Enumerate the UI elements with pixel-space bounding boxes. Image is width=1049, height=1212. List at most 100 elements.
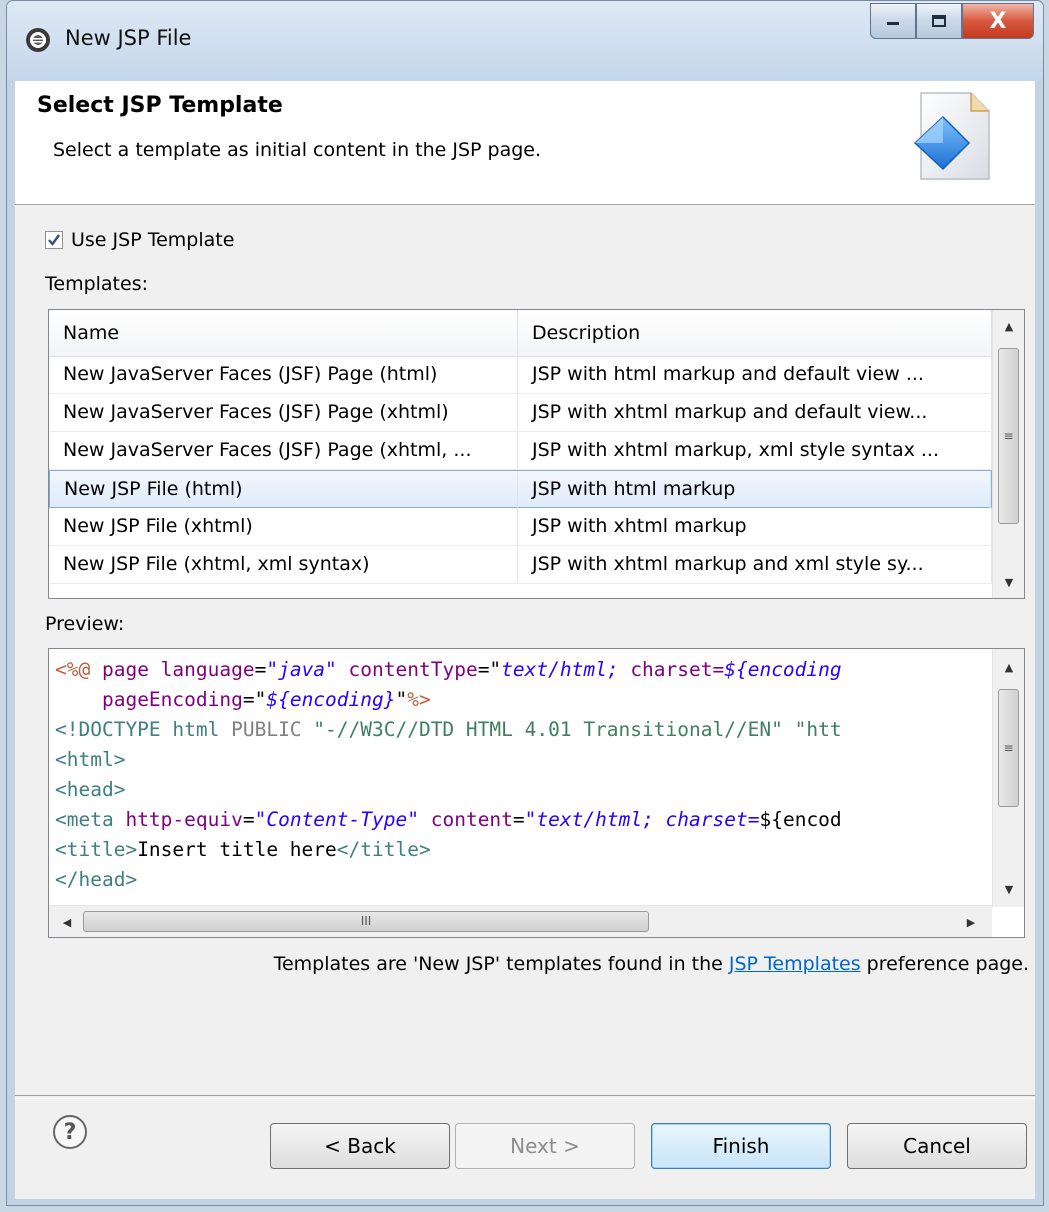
template-name: New JSP File (xhtml, xml syntax)	[49, 546, 518, 583]
scroll-left-icon[interactable]: ◀	[51, 908, 83, 936]
scroll-up-icon[interactable]: ▲	[993, 312, 1024, 340]
template-name: New JavaServer Faces (JSF) Page (xhtml)	[49, 394, 518, 431]
code-token: charset=	[630, 658, 725, 681]
next-button[interactable]: Next >	[455, 1123, 635, 1169]
help-glyph: ?	[63, 1119, 77, 1145]
jsp-templates-link[interactable]: JSP Templates	[729, 953, 861, 975]
preview-vertical-scrollbar[interactable]: ▲ ≡ ▼	[992, 649, 1024, 907]
table-row[interactable]: New JSP File (xhtml, xml syntax) JSP wit…	[49, 546, 992, 584]
templates-table[interactable]: Name Description New JavaServer Faces (J…	[48, 309, 1025, 599]
code-token: ${encoding}	[266, 688, 396, 711]
table-row[interactable]: New JavaServer Faces (JSF) Page (xhtml) …	[49, 394, 992, 432]
code-token: "java"	[266, 658, 337, 681]
code-token: </title>	[336, 838, 431, 861]
template-description: JSP with xhtml markup, xml style syntax …	[518, 432, 992, 469]
scrollbar-thumb[interactable]: ≡	[998, 348, 1019, 524]
page-title: Select JSP Template	[37, 93, 283, 118]
code-token: content	[430, 808, 513, 831]
code-line: <!DOCTYPE html PUBLIC "-//W3C//DTD HTML …	[55, 715, 985, 745]
template-name: New JSP File (html)	[50, 471, 518, 508]
code-token: =	[512, 808, 525, 831]
code-token: "Content-Type"	[254, 808, 419, 831]
code-token: "-//W3C//DTD HTML 4.01 Transitional//EN"…	[313, 718, 842, 741]
code-token: ="	[242, 688, 267, 711]
table-header: Name Description	[49, 310, 992, 357]
table-row[interactable]: New JavaServer Faces (JSF) Page (html) J…	[49, 356, 992, 394]
code-token: ${encoding	[724, 658, 842, 681]
back-button[interactable]: < Back	[270, 1123, 450, 1169]
preview-horizontal-scrollbar[interactable]: ◀ III ▶	[49, 905, 992, 937]
title-bar[interactable]: New JSP File X	[7, 1, 1043, 81]
code-token: html	[172, 718, 232, 741]
use-template-label: Use JSP Template	[71, 229, 235, 251]
template-name: New JavaServer Faces (JSF) Page (xhtml, …	[49, 432, 518, 469]
note-text-after: preference page.	[860, 953, 1029, 975]
code-line: </head>	[55, 865, 985, 895]
page-description: Select a template as initial content in …	[53, 139, 542, 161]
template-preview-editor[interactable]: <%@ page language="java" contentType="te…	[48, 648, 1025, 938]
code-token: Insert title here	[137, 838, 337, 861]
scroll-down-icon[interactable]: ▼	[993, 875, 1024, 903]
templates-vertical-scrollbar[interactable]: ▲ ≡ ▼	[992, 310, 1024, 598]
scroll-up-icon[interactable]: ▲	[993, 653, 1024, 681]
scrollbar-thumb[interactable]: ≡	[998, 689, 1019, 807]
help-icon[interactable]: ?	[53, 1115, 87, 1149]
code-token: <head>	[55, 778, 126, 801]
code-token: http-equiv	[125, 808, 243, 831]
code-token: <html>	[55, 748, 126, 771]
table-row[interactable]: New JavaServer Faces (JSF) Page (xhtml, …	[49, 432, 992, 470]
maximize-button[interactable]	[916, 3, 962, 39]
jsp-file-wizard-icon	[913, 92, 990, 180]
use-template-option[interactable]: Use JSP Template	[45, 229, 234, 251]
table-body: New JavaServer Faces (JSF) Page (html) J…	[49, 356, 992, 584]
dialog-client-area: Select JSP Template Select a template as…	[15, 81, 1035, 1199]
code-line: pageEncoding="${encoding}"%>	[55, 685, 985, 715]
column-header-name[interactable]: Name	[49, 310, 518, 356]
code-token: <%@	[55, 658, 102, 681]
code-line: <meta http-equiv="Content-Type" content=…	[55, 805, 985, 835]
code-line: <%@ page language="java" contentType="te…	[55, 655, 985, 685]
grip-icon: ≡	[1003, 741, 1014, 755]
preview-code: <%@ page language="java" contentType="te…	[55, 655, 985, 900]
code-token: language	[160, 658, 255, 681]
table-row-selected[interactable]: New JSP File (html) JSP with html markup	[49, 470, 992, 508]
column-header-description[interactable]: Description	[518, 310, 992, 356]
template-description: JSP with xhtml markup and xml style sy..…	[518, 546, 992, 583]
finish-button[interactable]: Finish	[651, 1123, 831, 1169]
code-token: ${encod	[759, 808, 842, 831]
use-template-checkbox[interactable]	[45, 231, 63, 249]
template-name: New JSP File (xhtml)	[49, 508, 518, 545]
template-name: New JavaServer Faces (JSF) Page (html)	[49, 356, 518, 393]
minimize-button[interactable]	[870, 3, 916, 39]
code-token: "	[395, 688, 408, 711]
code-line: <title>Insert title here</title>	[55, 835, 985, 865]
template-description: JSP with html markup and default view ..…	[518, 356, 992, 393]
preview-label: Preview:	[45, 613, 125, 635]
code-token: =	[254, 658, 267, 681]
grip-icon: III	[360, 914, 372, 928]
window-title: New JSP File	[65, 26, 192, 50]
minimize-icon	[887, 22, 899, 25]
scrollbar-thumb[interactable]: III	[83, 911, 649, 932]
cancel-button[interactable]: Cancel	[847, 1123, 1027, 1169]
close-button[interactable]: X	[962, 3, 1034, 39]
caption-buttons: X	[870, 3, 1034, 41]
scroll-down-icon[interactable]: ▼	[993, 568, 1024, 596]
code-token: PUBLIC	[231, 718, 314, 741]
code-token: <title>	[55, 838, 138, 861]
code-token: </head>	[55, 868, 138, 891]
code-token: "text/html; charset=	[524, 808, 760, 831]
code-token: text/html;	[501, 658, 631, 681]
code-token: <meta	[55, 808, 126, 831]
template-description: JSP with xhtml markup and default view..…	[518, 394, 992, 431]
code-line: <head>	[55, 775, 985, 805]
templates-info-note: Templates are 'New JSP' templates found …	[274, 953, 1029, 975]
close-icon: X	[989, 8, 1007, 34]
new-jsp-file-dialog: New JSP File X Select JSP Template Selec…	[6, 0, 1044, 1206]
table-row[interactable]: New JSP File (xhtml) JSP with xhtml mark…	[49, 508, 992, 546]
scroll-right-icon[interactable]: ▶	[955, 908, 987, 936]
eclipse-app-icon	[26, 28, 50, 52]
